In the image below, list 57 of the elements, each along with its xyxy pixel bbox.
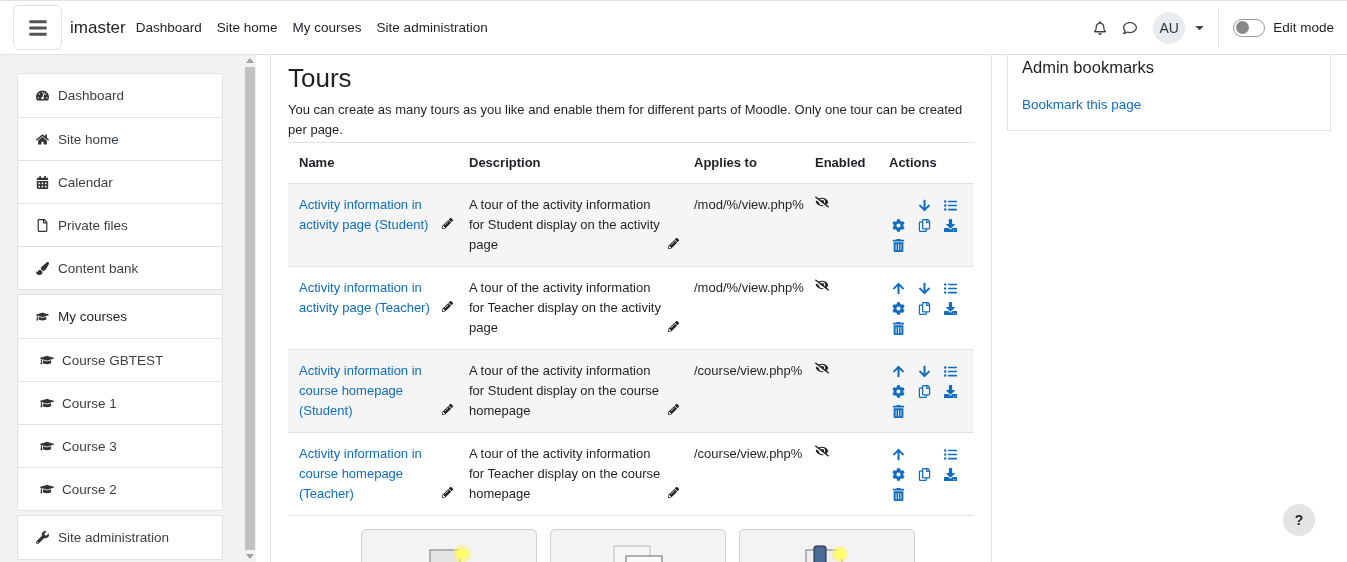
eye-slash-icon[interactable] [815, 361, 829, 375]
messages-icon[interactable] [1123, 20, 1138, 35]
nav-link[interactable]: Dashboard [135, 20, 202, 35]
nav-link[interactable]: Site administration [376, 20, 488, 35]
column-header: Name [288, 142, 458, 184]
graduation-cap-icon [40, 396, 54, 410]
graduation-cap-icon [40, 482, 54, 496]
tour-name-link[interactable]: Activity information in course homepage (Student) [299, 361, 439, 421]
tour-description: A tour of the activity information for Teacher display on the activity page [469, 279, 662, 337]
tour-description: A tour of the activity information for Student display on the course homepage [469, 362, 661, 420]
menu-button[interactable] [13, 5, 62, 50]
pencil-icon[interactable] [442, 487, 453, 498]
eye-slash-icon[interactable] [815, 278, 829, 292]
wrench-icon [36, 531, 50, 544]
nav-link[interactable]: Site home [216, 20, 278, 35]
pencil-icon[interactable] [668, 238, 679, 249]
graduation-cap-icon [36, 310, 50, 323]
column-header: Applies to [683, 142, 804, 184]
eye-slash-icon[interactable] [815, 444, 829, 458]
intro-text: You can create as many tours as you like and enable them for different parts of Moodle. Only one tour can be created per page. [288, 101, 964, 139]
file-icon [36, 218, 50, 232]
calendar-icon [36, 175, 50, 189]
pencil-icon[interactable] [442, 218, 453, 229]
pencil-icon[interactable] [668, 487, 679, 498]
path-text: /course/view.php% [694, 446, 803, 461]
edit-mode-switch[interactable] [1233, 18, 1266, 37]
nav-link[interactable]: My courses [292, 20, 362, 35]
tour-description: A tour of the activity information for Teacher display on the course homepage [469, 445, 662, 503]
path-text: /course/view.php% [694, 363, 803, 378]
menu-icon [27, 17, 48, 38]
home-icon [36, 132, 50, 146]
graduation-cap-icon [40, 439, 54, 453]
brush-icon [36, 261, 50, 275]
notifications-icon[interactable] [1093, 20, 1108, 35]
column-header: Enabled [804, 142, 878, 184]
user-avatar[interactable]: AU [1153, 11, 1186, 44]
pencil-icon[interactable] [442, 301, 453, 312]
tour-name-link[interactable]: Activity information in activity page (Student) [299, 195, 439, 235]
bookmark-link[interactable]: Bookmark this page [1022, 97, 1142, 112]
page-title: Tours [288, 63, 353, 94]
column-header: Description [458, 142, 683, 184]
site-name[interactable]: imaster [70, 17, 126, 38]
card-title: Admin bookmarks [1022, 58, 1156, 77]
tour-name-link[interactable]: Activity information in activity page (Teacher) [299, 278, 439, 318]
edit-mode-label: Edit mode [1273, 20, 1334, 35]
tour-name-link[interactable]: Activity information in course homepage (Teacher) [299, 444, 439, 504]
pencil-icon[interactable] [442, 404, 453, 415]
dashboard-icon [36, 89, 50, 102]
graduation-cap-icon [40, 353, 54, 367]
help-button[interactable]: ? [1283, 504, 1315, 536]
pencil-icon[interactable] [668, 321, 679, 332]
path-text: /mod/%/view.php% [694, 197, 804, 212]
path-text: /mod/%/view.php% [694, 280, 804, 295]
tour-description: A tour of the activity information for Student display on the activity page [469, 196, 661, 254]
column-header: Actions [878, 142, 974, 184]
pencil-icon[interactable] [668, 404, 679, 415]
eye-slash-icon[interactable] [815, 195, 829, 209]
